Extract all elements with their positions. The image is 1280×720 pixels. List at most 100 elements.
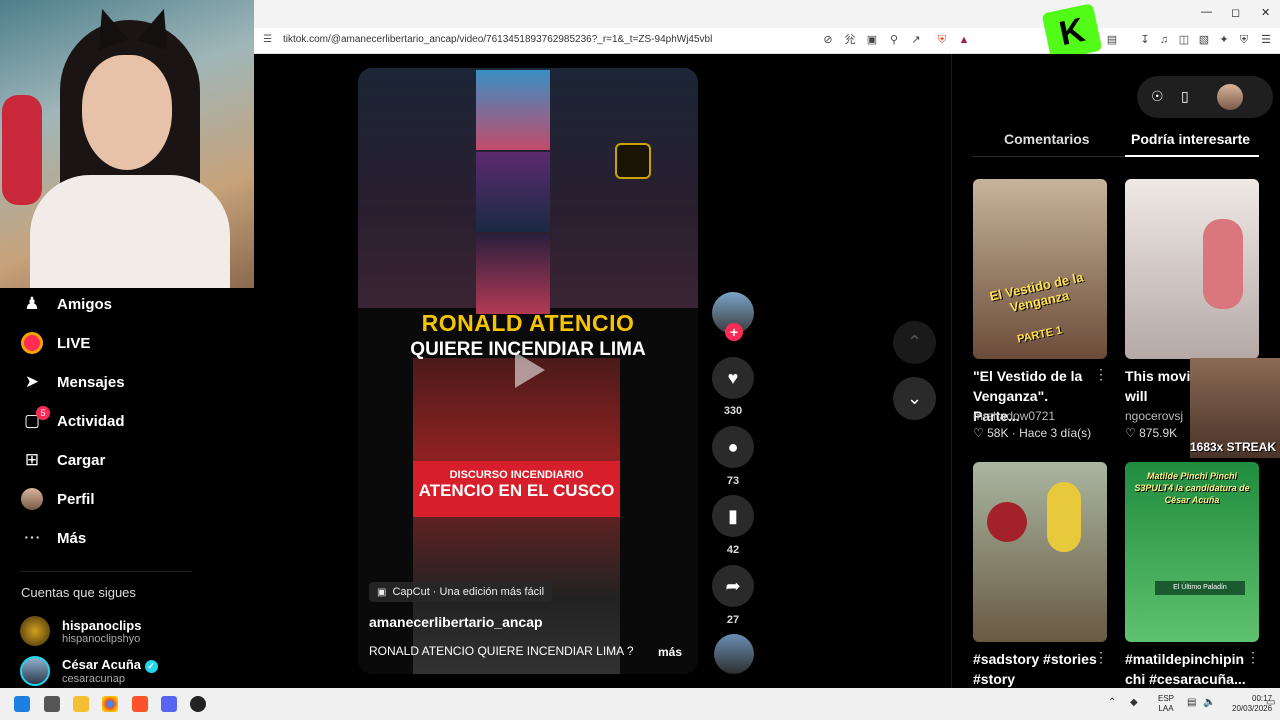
- kebab-menu-icon[interactable]: ⋮: [1094, 366, 1108, 383]
- sidebar-icon[interactable]: ◫: [1177, 33, 1191, 47]
- device-icon[interactable]: ▯: [1181, 88, 1189, 105]
- chevron-down-icon: ⌄: [906, 388, 923, 408]
- cast-icon[interactable]: ▣: [865, 33, 879, 47]
- card-author[interactable]: mrshadow0721: [973, 409, 1055, 423]
- comment-count: 73: [726, 475, 740, 487]
- nav-divider: [20, 571, 192, 572]
- nav-item-mensajes[interactable]: ➤ Mensajes: [20, 369, 125, 395]
- nav-item-mas[interactable]: ⋯ Más: [20, 525, 87, 551]
- avatar: [20, 616, 50, 646]
- menu-icon[interactable]: ☰: [1259, 33, 1273, 47]
- following-account[interactable]: César Acuña ✓ cesaracunap: [20, 656, 158, 686]
- like-count: 330: [723, 405, 743, 417]
- microphone: [2, 95, 42, 205]
- kebab-menu-icon[interactable]: ⋮: [1246, 649, 1260, 666]
- nav-item-amigos[interactable]: ♟ Amigos: [20, 291, 112, 317]
- user-avatar[interactable]: [1217, 84, 1243, 110]
- caption-more-link[interactable]: más: [658, 645, 682, 659]
- brave-rewards-icon[interactable]: ▲: [957, 33, 971, 47]
- more-icon: ⋯: [23, 528, 41, 547]
- verified-icon: ✓: [144, 660, 158, 673]
- discord-icon[interactable]: [161, 696, 177, 712]
- video-thumbnail[interactable]: El Vestido de la Venganza PARTE 1: [973, 179, 1107, 359]
- nav-item-live[interactable]: LIVE: [20, 330, 90, 356]
- compass-icon[interactable]: ☉: [1151, 88, 1164, 105]
- network-icon[interactable]: ▤: [1187, 697, 1196, 708]
- like-button[interactable]: ♥: [712, 357, 754, 399]
- kebab-menu-icon[interactable]: ⋮: [1094, 649, 1108, 666]
- card-author[interactable]: ngocerovsj: [1125, 409, 1183, 423]
- thumbnail-figure: [1047, 482, 1081, 552]
- play-icon[interactable]: [515, 352, 545, 388]
- follow-plus-icon[interactable]: +: [725, 323, 743, 341]
- brave-shield-icon[interactable]: ⛨: [935, 33, 949, 47]
- nav-item-perfil[interactable]: Perfil: [20, 486, 95, 512]
- video-thumbnail[interactable]: Matilde Pinchi Pinchi S3PULT4 la candida…: [1125, 462, 1259, 642]
- language-indicator[interactable]: ESP LAA: [1158, 694, 1174, 714]
- tab-podria-interesarte[interactable]: Podría interesarte: [1131, 131, 1250, 147]
- tab-comentarios[interactable]: Comentarios: [1004, 131, 1090, 147]
- zoom-icon[interactable]: ⚲: [887, 33, 901, 47]
- comment-icon: ●: [727, 436, 739, 457]
- notifications-icon[interactable]: ▭: [1266, 697, 1275, 708]
- tray-app-icon[interactable]: ◆: [1130, 697, 1138, 708]
- upload-icon: ⊞: [24, 450, 40, 469]
- previous-video-button[interactable]: ⌃: [893, 321, 936, 364]
- share-icon[interactable]: ↗: [909, 33, 923, 47]
- task-view-icon[interactable]: [44, 696, 60, 712]
- following-account[interactable]: hispanoclips hispanoclipshyo: [20, 616, 141, 646]
- minimize-icon[interactable]: —: [1201, 6, 1212, 18]
- address-bar[interactable]: ☰ tiktok.com/@amanecerlibertario_ancap/v…: [254, 28, 1280, 54]
- webcam-overlay: [0, 0, 254, 288]
- maximize-icon[interactable]: ◻: [1231, 6, 1240, 19]
- video-panel: [476, 152, 550, 232]
- avatar: [20, 656, 50, 686]
- video-panel: [476, 234, 550, 314]
- following-title: Cuentas que sigues: [21, 585, 136, 600]
- nav-item-cargar[interactable]: ⊞ Cargar: [20, 447, 105, 473]
- webcam-person-face: [82, 55, 172, 170]
- streak-counter: 1683x STREAK: [1189, 440, 1277, 454]
- heart-outline-icon: ♡: [1125, 426, 1136, 440]
- media-icon[interactable]: ♫: [1157, 33, 1171, 47]
- video-thumbnail[interactable]: [973, 462, 1107, 642]
- card-title[interactable]: #matildepinchipin chi #cesaracuña...: [1125, 649, 1249, 689]
- vpn-icon[interactable]: ⛨: [1237, 33, 1251, 47]
- sidebar-toggle-icon[interactable]: ▤: [1105, 33, 1119, 47]
- site-info-icon[interactable]: ☰: [263, 34, 272, 45]
- leo-ai-icon[interactable]: ✦: [1217, 33, 1231, 47]
- profile-avatar: [20, 487, 44, 511]
- start-icon[interactable]: [14, 696, 30, 712]
- download-icon[interactable]: ↧: [1138, 33, 1152, 47]
- file-explorer-icon[interactable]: [73, 696, 89, 712]
- capcut-badge[interactable]: ▣ CapCut · Una edición más fácil: [369, 582, 553, 602]
- bookmark-icon: ▮: [728, 505, 738, 526]
- nav-item-actividad[interactable]: ▢ 5 Actividad: [20, 406, 125, 434]
- save-count: 42: [726, 544, 740, 556]
- url-text[interactable]: tiktok.com/@amanecerlibertario_ancap/vid…: [283, 34, 712, 45]
- card-meta: ♡ 58K · Hace 3 día(s): [973, 426, 1092, 440]
- wallet-icon[interactable]: ▧: [1197, 33, 1211, 47]
- save-button[interactable]: ▮: [712, 495, 754, 537]
- live-icon: [20, 331, 44, 355]
- translate-icon[interactable]: 兊: [843, 33, 857, 47]
- video-banner: DISCURSO INCENDIARIO ATENCIO EN EL CUSCO: [413, 461, 620, 517]
- video-thumbnail[interactable]: [1125, 179, 1259, 359]
- share-button[interactable]: ➦: [712, 565, 754, 607]
- comment-button[interactable]: ●: [712, 426, 754, 468]
- reader-off-icon[interactable]: ⊘: [821, 33, 835, 47]
- heart-outline-icon: ♡: [973, 426, 984, 440]
- share-count: 27: [726, 614, 740, 626]
- video-author[interactable]: amanecerlibertario_ancap: [369, 614, 543, 630]
- brave-icon[interactable]: [132, 696, 148, 712]
- next-video-button[interactable]: ⌄: [893, 377, 936, 420]
- music-disc-avatar[interactable]: [714, 634, 754, 674]
- heart-icon: ♥: [727, 367, 739, 388]
- share-arrow-icon: ➦: [725, 575, 741, 596]
- volume-icon[interactable]: 🔈: [1203, 697, 1215, 708]
- chrome-icon[interactable]: [102, 696, 118, 712]
- close-icon[interactable]: ✕: [1261, 6, 1270, 19]
- tray-chevron-icon[interactable]: ⌃: [1108, 697, 1116, 708]
- obs-icon[interactable]: [190, 696, 206, 712]
- capcut-icon: ▣: [377, 586, 387, 598]
